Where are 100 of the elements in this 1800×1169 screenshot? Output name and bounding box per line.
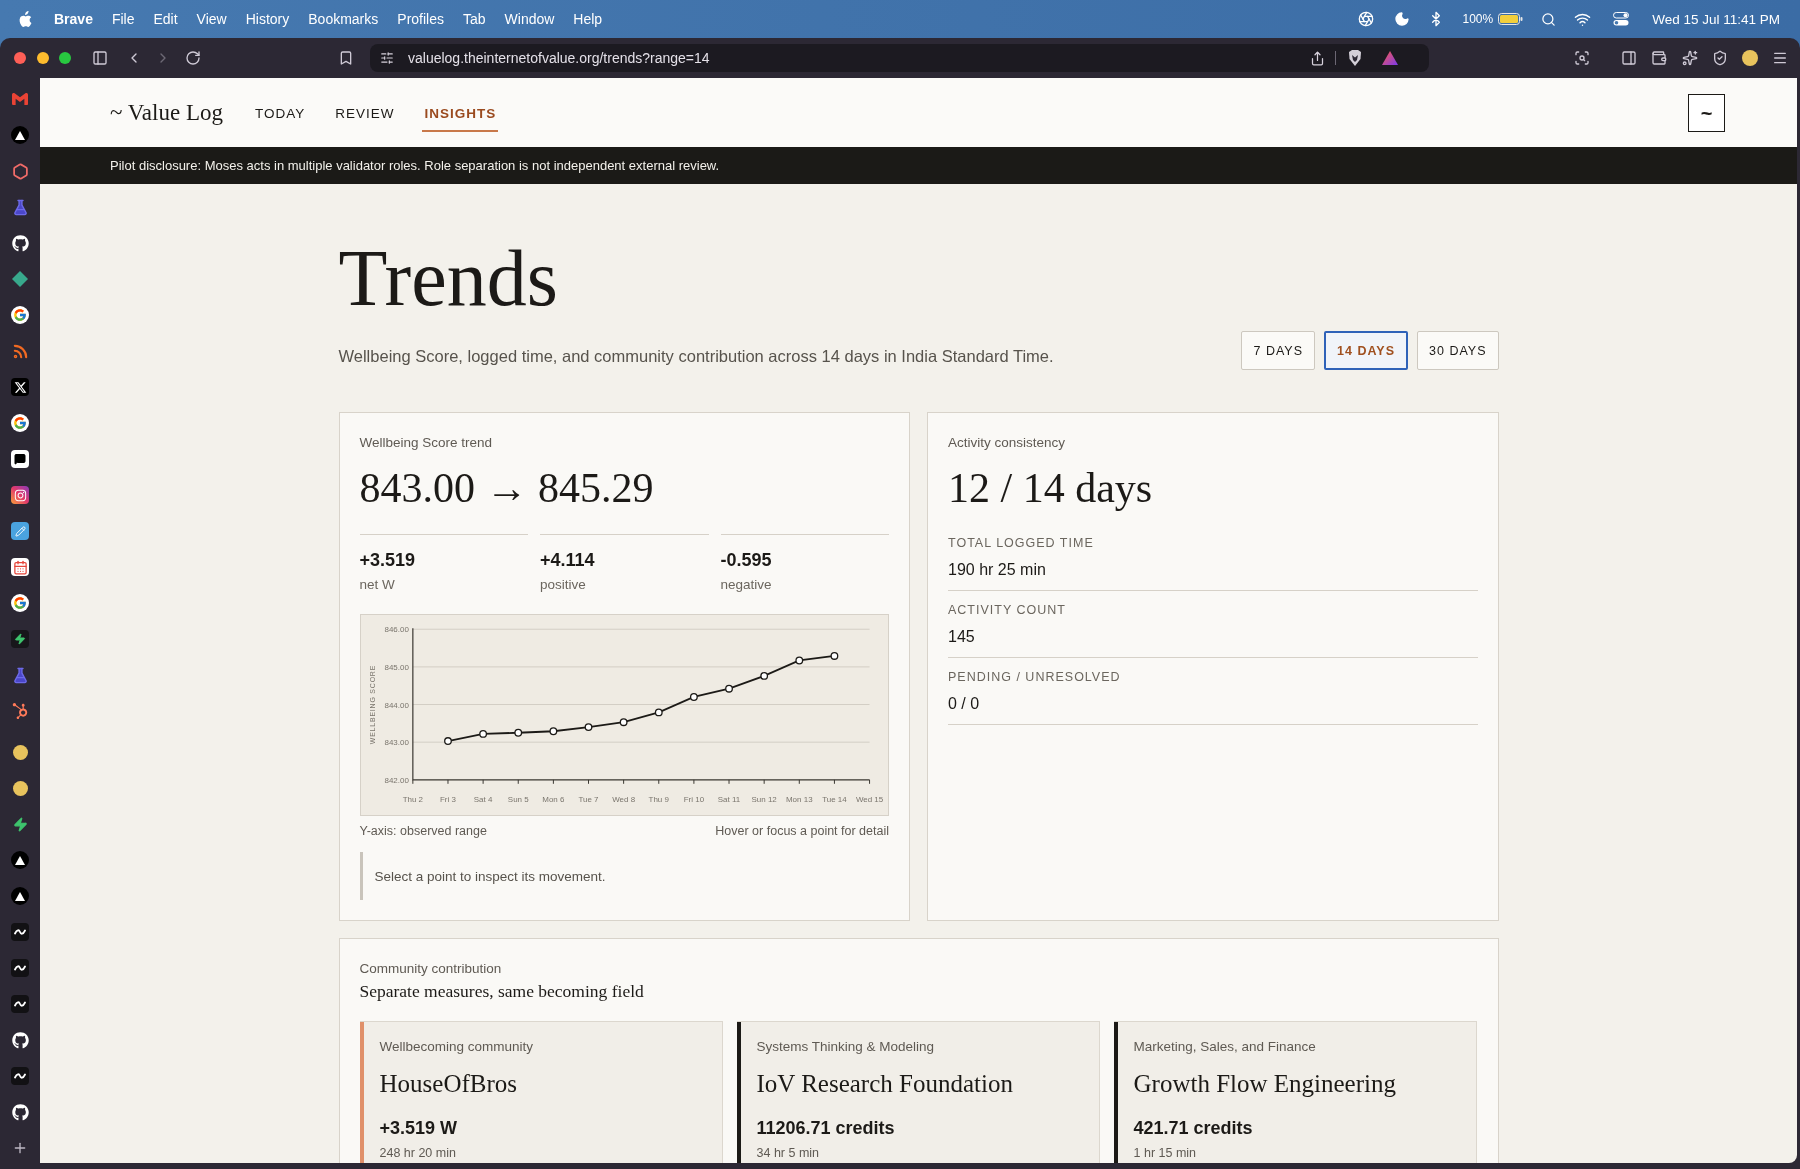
reload-icon[interactable] — [185, 50, 201, 66]
apple-icon[interactable] — [18, 10, 32, 28]
cat-icon[interactable] — [11, 234, 29, 252]
data-point[interactable] — [830, 652, 838, 660]
community-category: Marketing, Sales, and Finance — [1133, 1039, 1317, 1055]
rss-icon[interactable] — [11, 342, 29, 360]
nav-link[interactable]: TODAY — [252, 97, 308, 132]
range-button[interactable]: 30 DAYS — [1417, 331, 1499, 370]
cat-icon[interactable] — [11, 1103, 29, 1121]
letter-g-icon[interactable] — [11, 414, 29, 432]
x-tick — [798, 779, 800, 785]
bolt-icon[interactable] — [11, 815, 29, 833]
calendar-icon[interactable] — [11, 558, 29, 576]
activity-headline: 12 / 14 days — [948, 464, 1154, 512]
shield-icon[interactable] — [1712, 50, 1728, 66]
cross-icon[interactable] — [11, 378, 29, 396]
hexagon-icon[interactable] — [11, 162, 29, 180]
data-point[interactable] — [689, 693, 698, 701]
score-headline: 843.00 → 845.29 — [359, 464, 655, 512]
menu-icon[interactable] — [1772, 50, 1788, 66]
pencil-icon[interactable] — [11, 522, 29, 540]
wallet-icon[interactable] — [1651, 50, 1667, 66]
metric-value: 0 / 0 — [948, 694, 981, 713]
speech-bubble-icon[interactable] — [11, 450, 29, 468]
data-point[interactable] — [759, 672, 768, 680]
flask-icon[interactable] — [11, 198, 29, 216]
community-category: Systems Thinking & Modeling — [756, 1039, 936, 1055]
sidebar-toggle-icon[interactable] — [92, 50, 108, 66]
toggle-icon[interactable] — [1613, 12, 1630, 26]
wave-icon[interactable] — [11, 959, 29, 977]
data-point[interactable] — [584, 723, 592, 732]
menu-item[interactable]: Profiles — [397, 11, 444, 27]
close-window-button[interactable] — [14, 52, 26, 64]
data-point[interactable] — [619, 718, 628, 727]
data-point[interactable] — [478, 729, 487, 738]
search-icon[interactable] — [1541, 11, 1557, 27]
x-tick-label: Thu 9 — [648, 794, 669, 804]
battery-icon[interactable] — [1498, 13, 1524, 25]
letter-g-icon[interactable] — [11, 306, 29, 324]
x-tick — [587, 779, 589, 785]
zoom-window-button[interactable] — [59, 52, 71, 64]
y-tick-label: 844.00 — [384, 700, 409, 710]
bolt-icon[interactable] — [11, 630, 29, 648]
shield-icon[interactable] — [1347, 50, 1362, 66]
menu-item[interactable]: View — [196, 11, 227, 27]
x-tick-label: Sun 5 — [507, 794, 529, 804]
x-tick-label: Sun 12 — [751, 794, 777, 804]
url-text: valuelog.theinternetofvalue.org/trends?range=14 — [408, 50, 710, 66]
avatar-icon[interactable] — [1742, 50, 1758, 66]
nav-link[interactable]: REVIEW — [333, 97, 397, 132]
x-tick — [763, 779, 765, 785]
data-point[interactable] — [654, 708, 663, 717]
menu-item[interactable]: Help — [573, 11, 603, 27]
mail-icon[interactable] — [11, 90, 29, 108]
nav-link[interactable]: INSIGHTS — [422, 97, 499, 132]
menu-item[interactable]: Tab — [463, 11, 486, 27]
menu-item[interactable]: Window — [504, 11, 555, 27]
sprocket-icon[interactable] — [11, 702, 29, 720]
data-point[interactable] — [443, 737, 452, 745]
wave-icon[interactable] — [11, 995, 29, 1013]
stat-label: positive — [540, 576, 587, 593]
flask-icon[interactable] — [11, 666, 29, 684]
stat-value: +3.519 — [359, 549, 417, 571]
data-point[interactable] — [513, 728, 522, 737]
app-name[interactable]: Brave — [54, 11, 93, 27]
sparkle-icon[interactable] — [1682, 50, 1698, 66]
range-button[interactable]: 7 DAYS — [1241, 331, 1316, 370]
site-logo[interactable]: ~ Value Log — [110, 99, 223, 126]
menu-button[interactable]: ~ — [1688, 93, 1725, 132]
menu-item[interactable]: File — [111, 11, 135, 27]
dot-icon[interactable] — [11, 779, 29, 797]
range-button[interactable]: 14 DAYS — [1324, 331, 1408, 370]
data-point[interactable] — [548, 727, 557, 736]
sliders-icon[interactable] — [380, 51, 394, 65]
bookmark-icon[interactable] — [338, 50, 354, 66]
data-point[interactable] — [794, 656, 803, 665]
y-tick-label: 845.00 — [384, 662, 409, 672]
menu-item[interactable]: History — [245, 11, 290, 27]
metric-label: PENDING / UNRESOLVED — [948, 670, 1122, 685]
letter-g-icon[interactable] — [11, 594, 29, 612]
sidebar-icon[interactable] — [1621, 50, 1637, 66]
callout-text: Select a point to inspect its movement. — [374, 869, 606, 884]
menu-item[interactable]: Edit — [153, 11, 178, 27]
data-point[interactable] — [724, 684, 733, 693]
dot-icon[interactable] — [11, 743, 29, 761]
address-bar[interactable]: valuelog.theinternetofvalue.org/trends?range=14 — [370, 44, 1429, 72]
clock[interactable]: Wed 15 Jul 11:41 PM — [1652, 11, 1780, 27]
community-value: +3.519 W — [379, 1117, 459, 1139]
cat-icon[interactable] — [11, 1031, 29, 1049]
minimize-window-button[interactable] — [36, 52, 49, 64]
wave-icon[interactable] — [11, 923, 29, 941]
wave-icon[interactable] — [11, 1067, 29, 1085]
aperture-icon[interactable] — [1358, 11, 1375, 27]
x-tick-label: Wed 15 — [855, 794, 883, 804]
moon-icon[interactable] — [1394, 11, 1411, 27]
camera-icon[interactable] — [11, 486, 29, 504]
share-icon[interactable] — [1309, 50, 1325, 66]
menu-item[interactable]: Bookmarks — [308, 11, 379, 27]
diamond-icon[interactable] — [11, 270, 29, 288]
scan-icon[interactable] — [1574, 50, 1590, 66]
